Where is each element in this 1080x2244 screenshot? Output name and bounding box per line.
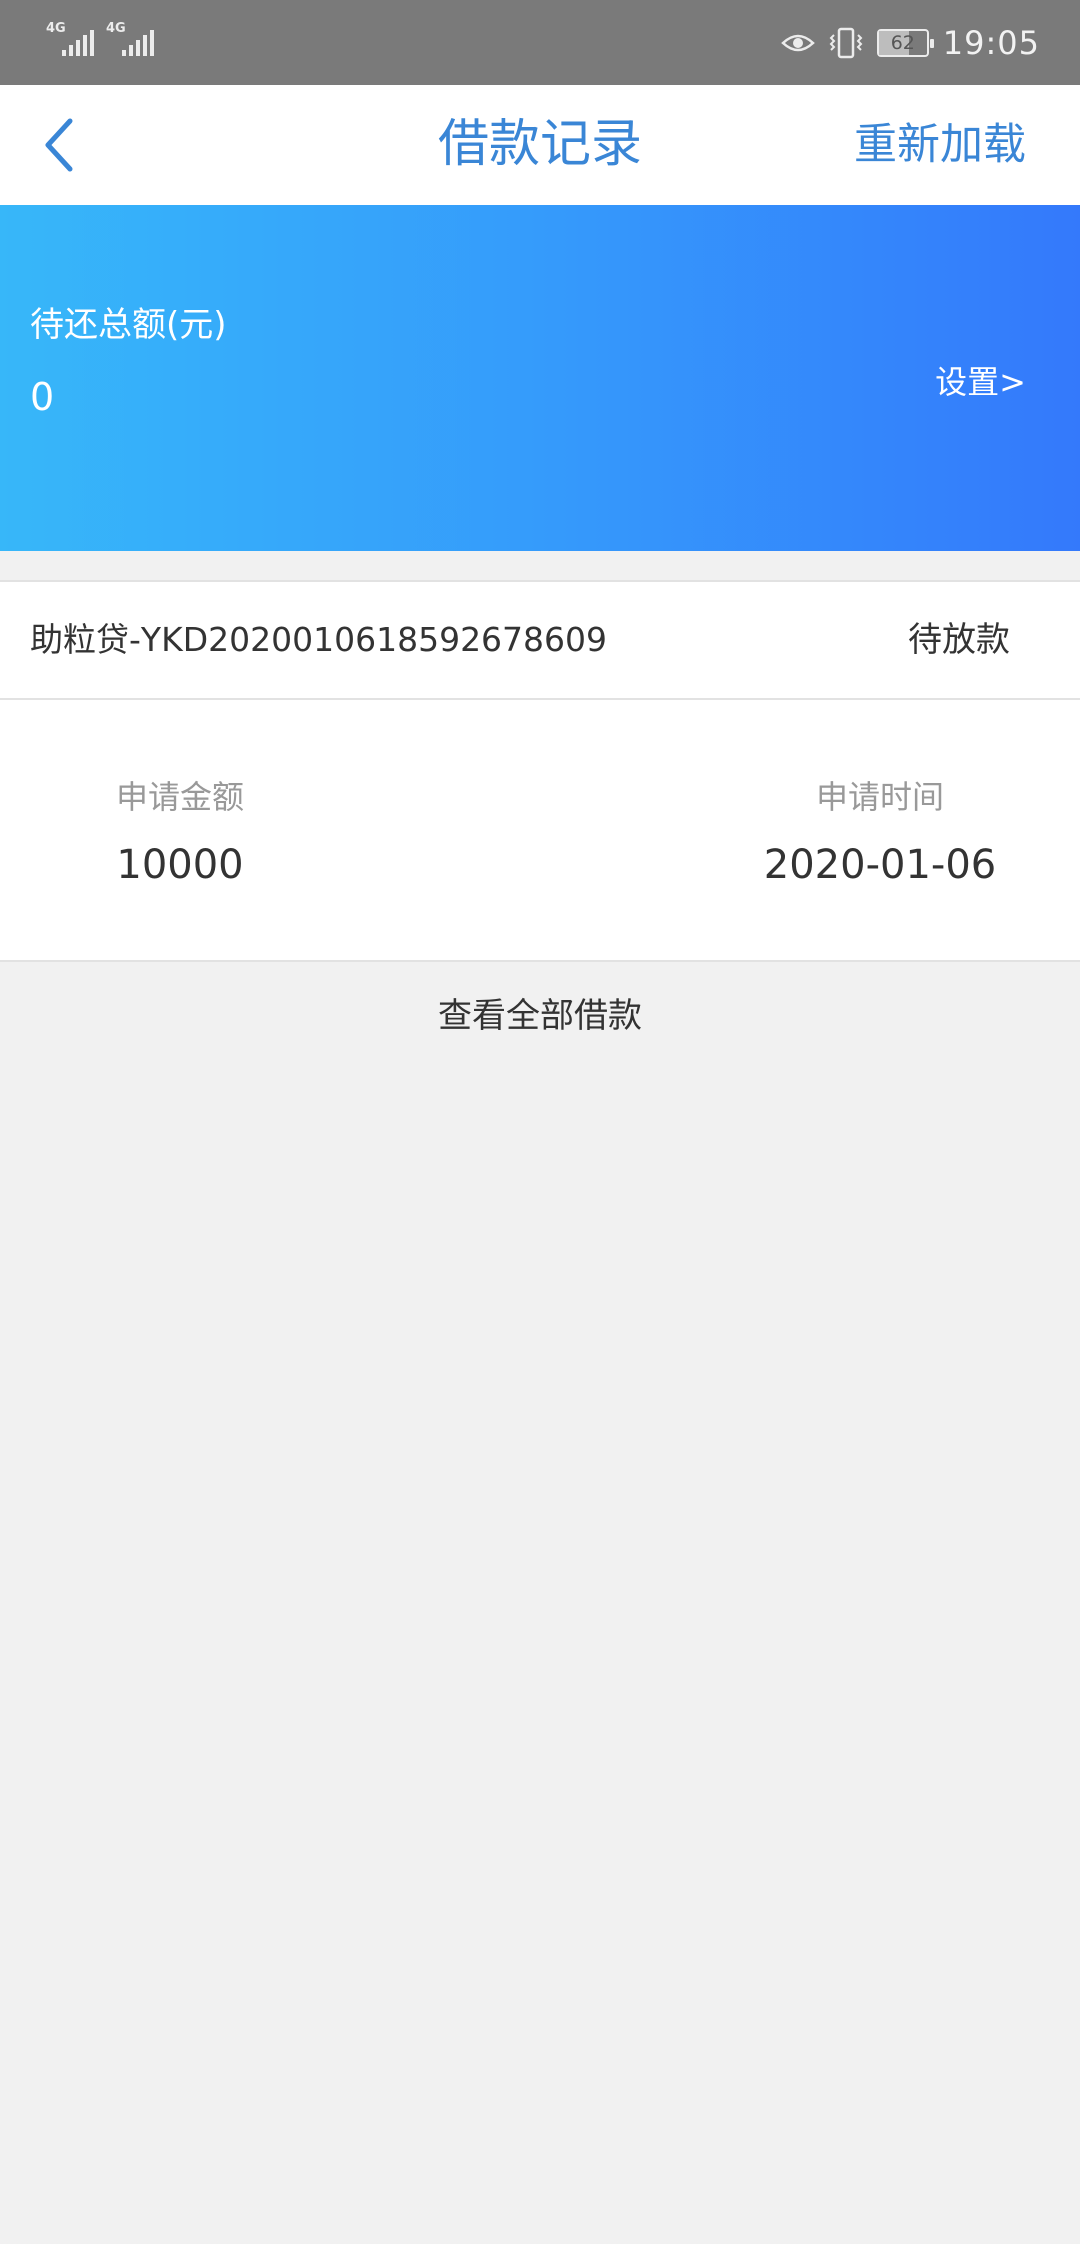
eye-icon bbox=[780, 34, 815, 51]
apply-amount-value: 10000 bbox=[116, 842, 244, 888]
status-time: 19:05 bbox=[942, 23, 1040, 62]
loan-id: 助粒贷-YKD2020010618592678609 bbox=[30, 620, 608, 659]
apply-date-column: 申请时间 2020-01-06 bbox=[730, 772, 1030, 888]
apply-date-value: 2020-01-06 bbox=[763, 842, 997, 888]
battery-level: 62 bbox=[890, 31, 915, 54]
apply-amount-label: 申请金额 bbox=[115, 778, 244, 816]
apply-amount-column: 申请金额 10000 bbox=[60, 772, 300, 888]
pending-total-label: 待还总额(元) bbox=[30, 305, 227, 345]
loan-record-details[interactable]: 申请金额 10000 申请时间 2020-01-06 bbox=[0, 700, 1080, 962]
settings-link[interactable]: 设置> bbox=[935, 357, 1026, 403]
signal-icon: 4G bbox=[46, 18, 94, 58]
vibrate-icon bbox=[829, 27, 863, 58]
signal-group: 4G 4G bbox=[46, 18, 154, 58]
signal-icon: 4G bbox=[106, 18, 154, 58]
nav-bar: 借款记录 重新加载 bbox=[0, 85, 1080, 205]
repayment-banner: 待还总额(元) 0 设置> bbox=[0, 205, 1080, 551]
battery-icon: 62 bbox=[876, 28, 934, 57]
loan-status-badge: 待放款 bbox=[908, 620, 1010, 660]
status-icons: 62 19:05 bbox=[780, 0, 1040, 85]
status-bar: 4G 4G 62 19:05 bbox=[0, 0, 1080, 85]
pending-total-amount: 0 bbox=[30, 375, 55, 419]
loan-record-header[interactable]: 助粒贷-YKD2020010618592678609 待放款 bbox=[0, 580, 1080, 700]
apply-date-label: 申请时间 bbox=[815, 778, 944, 816]
reload-button[interactable]: 重新加载 bbox=[854, 85, 1026, 205]
view-all-loans-link[interactable]: 查看全部借款 bbox=[0, 988, 1080, 1037]
